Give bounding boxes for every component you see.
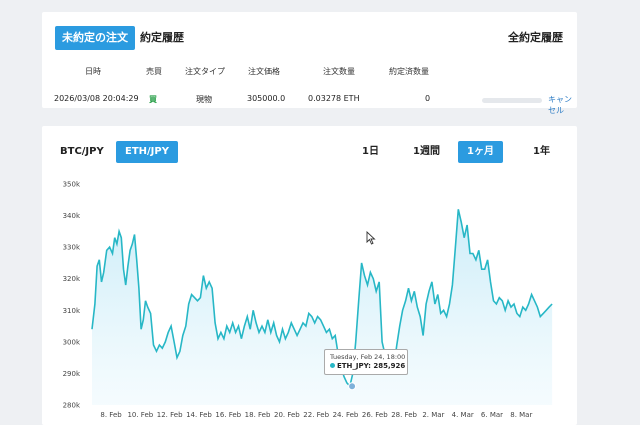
x-tick-label: 4. Mar	[452, 411, 474, 419]
chart-tooltip: Tuesday, Feb 24, 18:00 ETH_JPY: 285,926	[324, 349, 408, 375]
y-tick-label: 280k	[63, 402, 81, 410]
x-tick-label: 8. Feb	[100, 411, 122, 419]
x-tick-label: 18. Feb	[245, 411, 271, 419]
x-tick-label: 16. Feb	[215, 411, 241, 419]
y-tick-label: 320k	[63, 275, 81, 283]
price-area	[92, 209, 553, 405]
tooltip-label: ETH_JPY: 285,926	[337, 362, 406, 370]
tooltip-value: ETH_JPY: 285,926	[330, 362, 405, 370]
eth-price-chart: 280k 290k 300k 310k 320k 330k 340k 350k 8. Feb 1…	[63, 181, 553, 419]
y-tick-label: 310k	[63, 307, 81, 315]
y-tick-label: 290k	[63, 370, 81, 378]
y-tick-label: 330k	[63, 244, 81, 252]
x-tick-label: 20. Feb	[274, 411, 300, 419]
x-tick-label: 14. Feb	[186, 411, 212, 419]
series-dot-icon	[330, 363, 335, 368]
x-tick-label: 12. Feb	[157, 411, 183, 419]
x-tick-label: 22. Feb	[303, 411, 329, 419]
highlighted-point	[348, 382, 357, 391]
x-tick-label: 8. Mar	[510, 411, 532, 419]
y-tick-label: 340k	[63, 212, 81, 220]
x-tick-label: 2. Mar	[422, 411, 444, 419]
x-tick-label: 28. Feb	[391, 411, 417, 419]
x-tick-label: 10. Feb	[127, 411, 153, 419]
x-tick-label: 24. Feb	[333, 411, 359, 419]
x-tick-label: 6. Mar	[481, 411, 503, 419]
y-tick-label: 300k	[63, 338, 81, 346]
y-tick-label: 350k	[63, 181, 81, 189]
tooltip-date: Tuesday, Feb 24, 18:00	[330, 353, 406, 361]
x-tick-label: 26. Feb	[362, 411, 388, 419]
mouse-cursor-icon	[366, 231, 376, 245]
